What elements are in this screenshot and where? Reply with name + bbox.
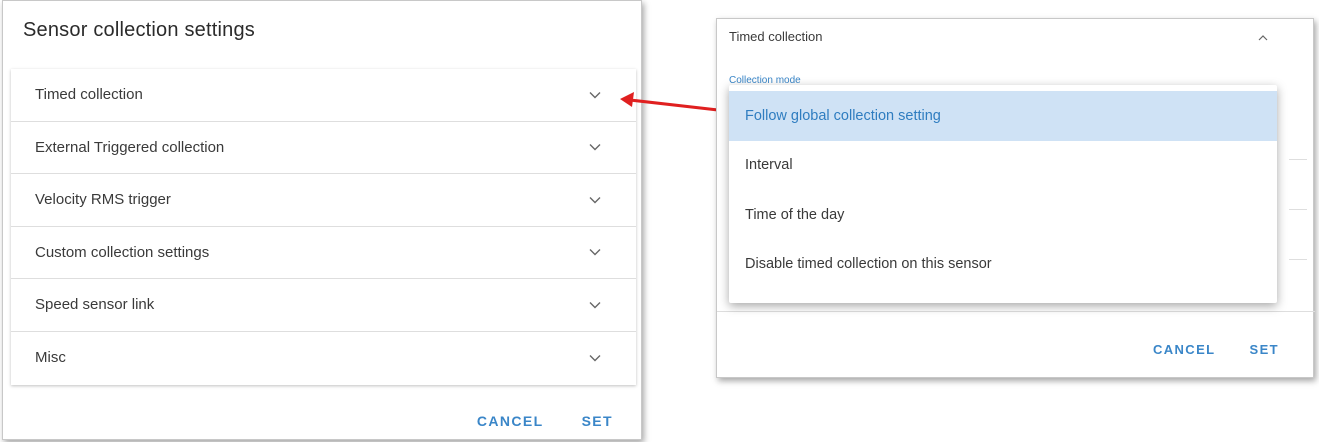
- set-button[interactable]: SET: [582, 413, 613, 429]
- chevron-down-icon: [588, 351, 602, 365]
- option-interval[interactable]: Interval: [729, 141, 1277, 191]
- red-arrow-annotation: [620, 92, 719, 112]
- chevron-down-icon: [588, 88, 602, 102]
- cancel-button[interactable]: CANCEL: [1153, 342, 1216, 357]
- dialog-actions: CANCEL SET: [477, 413, 613, 429]
- accordion-label: Custom collection settings: [35, 243, 210, 261]
- set-button[interactable]: SET: [1250, 342, 1279, 357]
- accordion-label: Speed sensor link: [35, 296, 155, 314]
- collection-mode-dropdown: Follow global collection setting Interva…: [729, 85, 1277, 303]
- accordion-timed-collection[interactable]: Timed collection: [11, 69, 636, 122]
- arrow-shaft: [629, 98, 719, 112]
- sensor-collection-settings-dialog: Sensor collection settings Timed collect…: [2, 0, 642, 440]
- cancel-button[interactable]: CANCEL: [477, 413, 544, 429]
- divider: [1289, 259, 1307, 260]
- accordion-custom-collection-settings[interactable]: Custom collection settings: [11, 227, 636, 279]
- accordion-velocity-rms-trigger[interactable]: Velocity RMS trigger: [11, 174, 636, 227]
- accordion-speed-sensor-link[interactable]: Speed sensor link: [11, 279, 636, 332]
- chevron-up-icon: [1257, 31, 1269, 43]
- accordion-label: Timed collection: [35, 86, 143, 104]
- divider: [1289, 209, 1307, 210]
- dialog-title: Sensor collection settings: [23, 19, 255, 41]
- chevron-down-icon: [588, 193, 602, 207]
- accordion-label: Velocity RMS trigger: [35, 191, 171, 209]
- settings-accordion: Timed collection External Triggered coll…: [11, 69, 636, 385]
- option-time-of-day[interactable]: Time of the day: [729, 190, 1277, 240]
- accordion-timed-collection-expanded[interactable]: Timed collection: [729, 29, 1309, 44]
- arrow-head: [620, 92, 634, 107]
- divider: [717, 311, 1315, 312]
- option-follow-global[interactable]: Follow global collection setting: [729, 91, 1277, 141]
- chevron-down-icon: [588, 140, 602, 154]
- accordion-external-triggered-collection[interactable]: External Triggered collection: [11, 122, 636, 174]
- divider: [1289, 159, 1307, 160]
- chevron-down-icon: [588, 298, 602, 312]
- chevron-down-icon: [588, 245, 602, 259]
- accordion-label: External Triggered collection: [35, 138, 225, 156]
- option-disable-timed-collection[interactable]: Disable timed collection on this sensor: [729, 240, 1277, 290]
- accordion-label: Timed collection: [729, 29, 823, 44]
- dialog-actions: CANCEL SET: [1153, 342, 1279, 357]
- accordion-label: Misc: [35, 349, 66, 367]
- accordion-misc[interactable]: Misc: [11, 332, 636, 385]
